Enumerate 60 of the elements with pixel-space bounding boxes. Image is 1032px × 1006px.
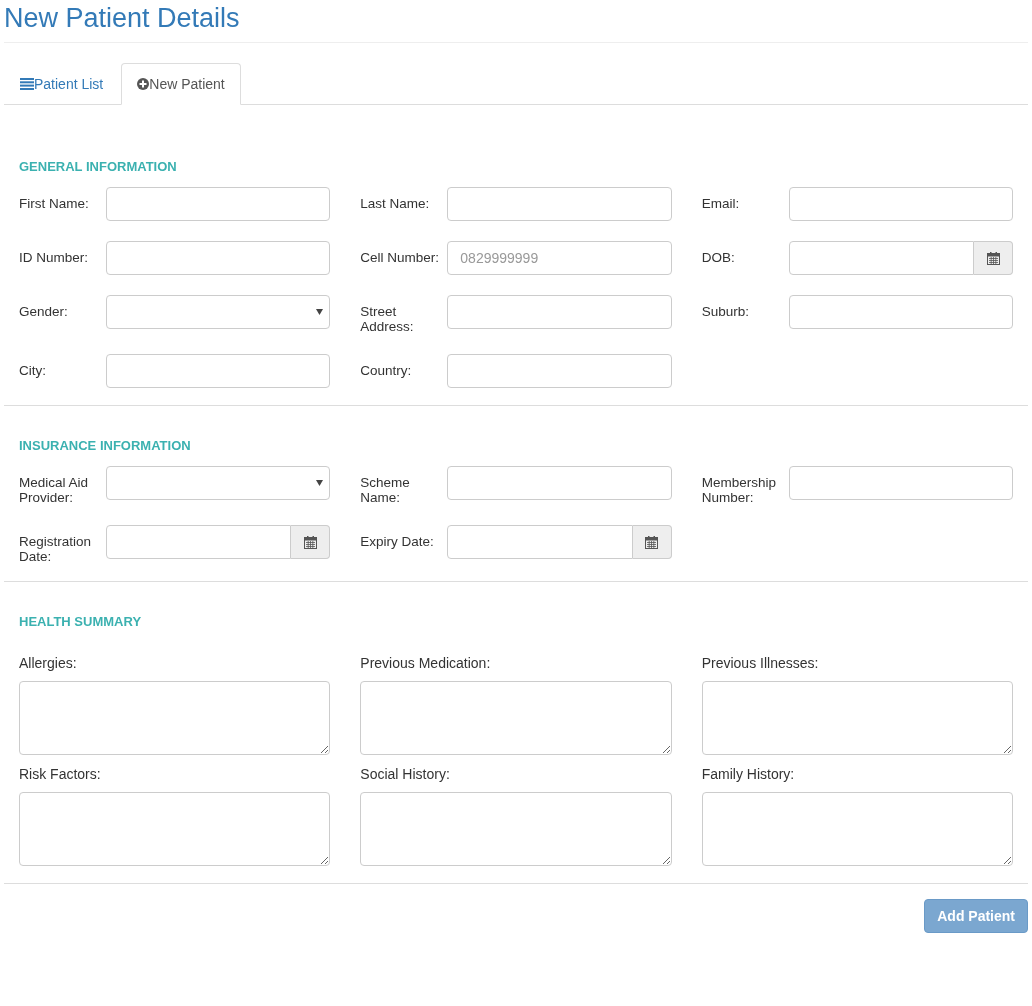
calendar-button[interactable] <box>974 241 1013 275</box>
list-icon <box>20 78 34 90</box>
field-label: Medical Aid Provider: <box>19 475 90 505</box>
field-label: Country: <box>360 363 413 378</box>
text-area[interactable] <box>701 681 1013 755</box>
field-label: Social History: <box>360 767 450 782</box>
text-field[interactable] <box>447 354 672 388</box>
tab[interactable]: New Patient <box>121 63 241 105</box>
field-label: DOB: <box>701 250 736 265</box>
field-label: Family History: <box>701 767 795 782</box>
field-label: First Name: <box>19 196 90 211</box>
calendar-icon <box>645 535 659 549</box>
dropdown-arrow-icon <box>316 480 324 486</box>
calendar-icon <box>986 251 1000 265</box>
text-area[interactable] <box>360 792 672 866</box>
tab[interactable]: Patient List <box>4 63 120 105</box>
text-area[interactable] <box>701 792 1013 866</box>
text-field[interactable] <box>447 295 672 329</box>
text-area[interactable] <box>360 681 672 755</box>
text-area[interactable] <box>19 681 331 755</box>
text-field[interactable] <box>788 187 1013 221</box>
text-field[interactable] <box>106 241 331 275</box>
calendar-button[interactable] <box>632 525 672 559</box>
section-heading: HEALTH SUMMARY <box>19 614 142 629</box>
date-field[interactable] <box>447 525 633 559</box>
field-label: Previous Medication: <box>360 656 491 671</box>
section-heading: INSURANCE INFORMATION <box>19 438 191 453</box>
field-label: Suburb: <box>701 304 750 319</box>
page-title: New Patient Details <box>4 2 240 35</box>
text-field[interactable] <box>106 187 331 221</box>
calendar-icon <box>303 535 317 549</box>
text-field[interactable] <box>788 466 1013 500</box>
field-label: Street Address: <box>360 304 415 334</box>
field-label: Expiry Date: <box>360 534 435 549</box>
field-label: Cell Number: <box>360 250 441 265</box>
field-label: Scheme Name: <box>360 475 411 505</box>
text-field[interactable] <box>447 466 672 500</box>
field-label: Risk Factors: <box>19 767 101 782</box>
text-field[interactable] <box>447 187 672 221</box>
field-label: Gender: <box>19 304 69 319</box>
text-field[interactable] <box>106 354 331 388</box>
dropdown-arrow-icon <box>316 309 324 315</box>
field-label: ID Number: <box>19 250 90 265</box>
field-label: Membership Number: <box>701 475 777 505</box>
field-label: Previous Illnesses: <box>701 656 819 671</box>
plus-circle-icon <box>137 78 150 90</box>
field-label: Email: <box>701 196 741 211</box>
calendar-button[interactable] <box>291 525 331 559</box>
text-area[interactable] <box>19 792 331 866</box>
text-field[interactable] <box>788 295 1013 329</box>
dropdown-field[interactable] <box>106 466 331 500</box>
field-label: Last Name: <box>360 196 431 211</box>
text-field[interactable]: 0829999999 <box>447 241 672 275</box>
field-label: Allergies: <box>19 656 77 671</box>
date-field[interactable] <box>106 525 292 559</box>
field-label: City: <box>19 363 47 378</box>
dropdown-field[interactable] <box>106 295 331 329</box>
section-heading: GENERAL INFORMATION <box>19 159 177 174</box>
field-label: Registration Date: <box>19 534 93 564</box>
date-field[interactable] <box>788 241 974 275</box>
